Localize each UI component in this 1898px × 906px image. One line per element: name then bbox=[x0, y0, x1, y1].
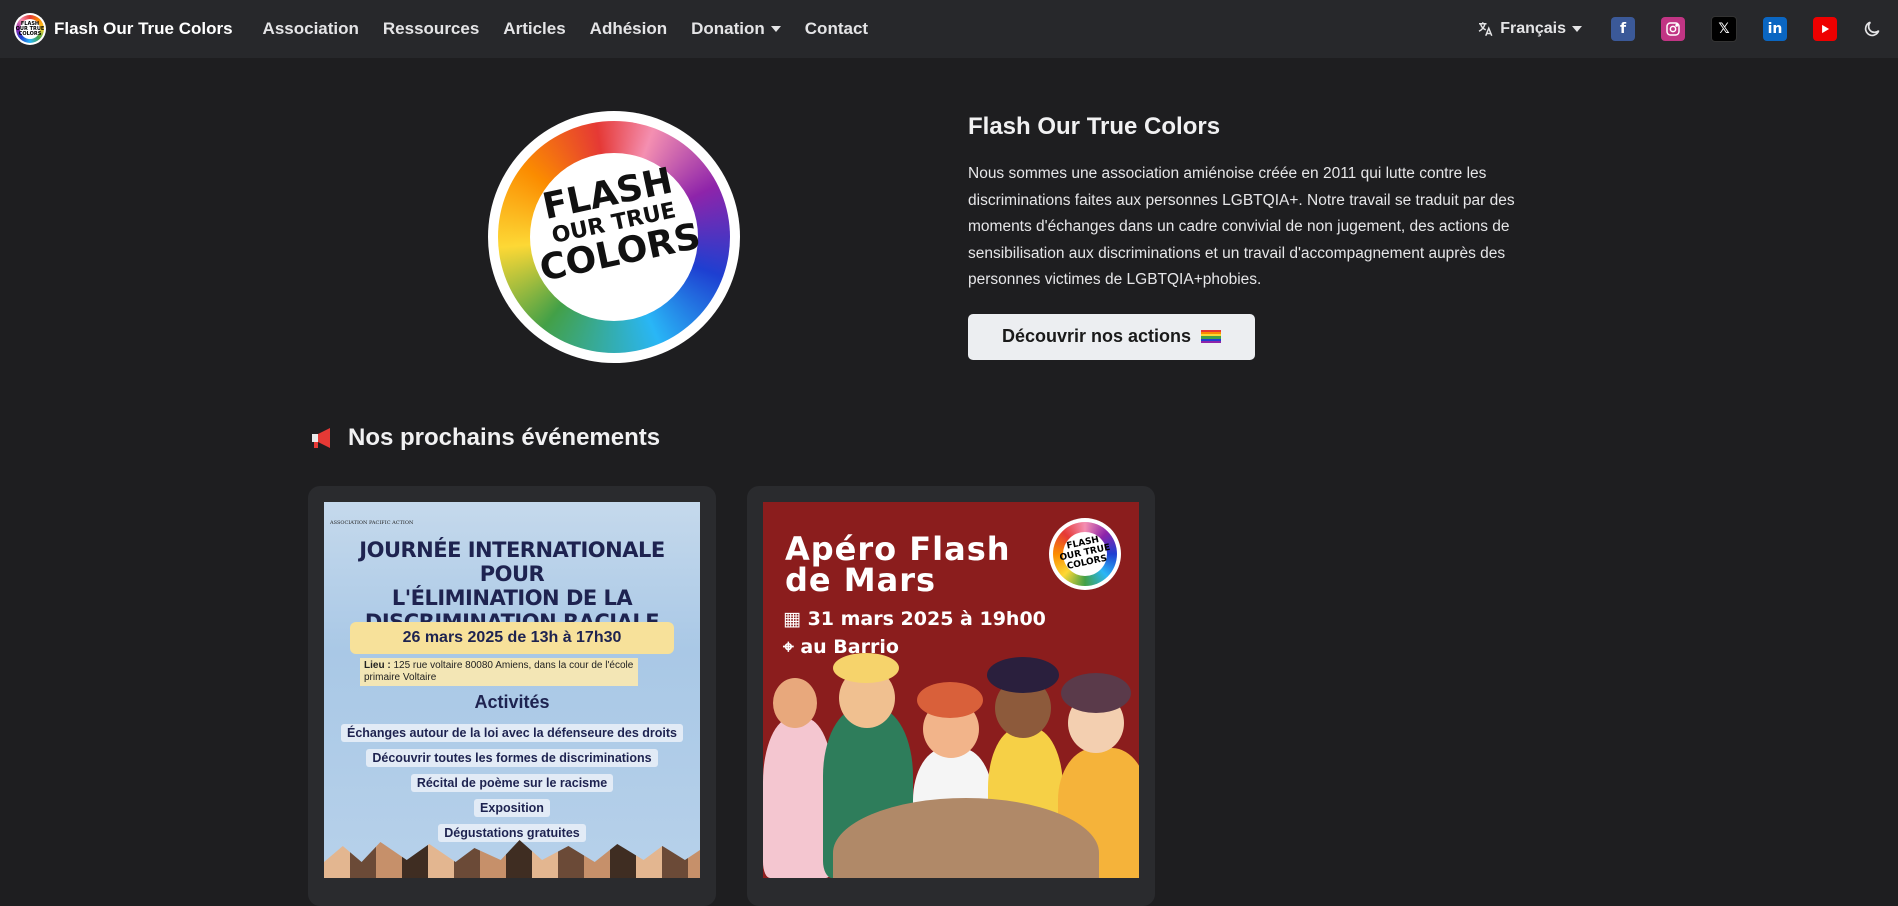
language-selector[interactable]: Français bbox=[1476, 20, 1582, 38]
x-icon[interactable]: 𝕏 bbox=[1711, 16, 1737, 42]
poster-activity: Exposition bbox=[324, 799, 700, 817]
event-poster: Apéro Flash de Mars FLASH OUR TRUE COLOR… bbox=[763, 502, 1139, 878]
poster-activity: Dégustations gratuites bbox=[324, 824, 700, 842]
brand-link[interactable]: FLASH OUR TRUE COLORS Flash Our True Col… bbox=[14, 13, 233, 45]
nav-link-association[interactable]: Association bbox=[251, 19, 371, 39]
navbar-right: Français f 𝕏 in bbox=[1476, 0, 1884, 58]
moon-icon[interactable] bbox=[1860, 17, 1884, 41]
chevron-down-icon bbox=[1572, 26, 1582, 32]
megaphone-icon bbox=[312, 428, 330, 448]
nav-link-contact[interactable]: Contact bbox=[793, 19, 880, 39]
poster-activity: Découvrir toutes les formes de discrimin… bbox=[324, 749, 700, 767]
poster-date: 26 mars 2025 de 13h à 17h30 bbox=[350, 622, 674, 654]
navbar: FLASH OUR TRUE COLORS Flash Our True Col… bbox=[0, 0, 1898, 58]
friends-illustration bbox=[763, 648, 1139, 878]
nav-link-adhesion[interactable]: Adhésion bbox=[578, 19, 679, 39]
events-title: Nos prochains événements bbox=[348, 424, 661, 451]
brand-logo: FLASH OUR TRUE COLORS bbox=[14, 13, 46, 45]
association-logo: FLASH OUR TRUE COLORS bbox=[1049, 518, 1121, 590]
instagram-icon[interactable] bbox=[1661, 17, 1685, 41]
event-card[interactable]: Apéro Flash de Mars FLASH OUR TRUE COLOR… bbox=[747, 486, 1155, 906]
main-nav: Association Ressources Articles Adhésion… bbox=[251, 19, 881, 39]
poster-date: ▦ 31 mars 2025 à 19h00 bbox=[783, 608, 1046, 630]
raised-fists-illustration bbox=[324, 840, 700, 878]
chevron-down-icon bbox=[770, 26, 781, 32]
hero-section bbox=[0, 58, 1898, 398]
language-label: Français bbox=[1500, 20, 1566, 37]
linkedin-icon[interactable]: in bbox=[1763, 17, 1787, 41]
events-heading: Nos prochains événements bbox=[310, 424, 660, 452]
facebook-icon[interactable]: f bbox=[1611, 17, 1635, 41]
brand-name: Flash Our True Colors bbox=[54, 19, 233, 38]
hero-description: Nous sommes une association amiénoise cr… bbox=[968, 165, 1515, 288]
poster-activities-title: Activités bbox=[474, 692, 550, 712]
poster-title: Apéro Flash de Mars bbox=[785, 530, 1011, 599]
youtube-icon[interactable] bbox=[1813, 17, 1837, 41]
discover-actions-button[interactable]: Découvrir nos actions bbox=[968, 313, 1256, 360]
calendar-icon: ▦ bbox=[783, 608, 801, 630]
poster-activity: Échanges autour de la loi avec la défens… bbox=[324, 724, 700, 742]
hero-title: Flash Our True Colors bbox=[968, 113, 1221, 140]
nav-link-ressources[interactable]: Ressources bbox=[371, 19, 491, 39]
event-card[interactable]: ASSOCIATION PACIFIC ACTION JOURNÉE INTER… bbox=[308, 486, 716, 906]
hero-text: Flash Our True Colors Nous sommes une as… bbox=[968, 113, 1528, 360]
translate-icon bbox=[1478, 22, 1493, 37]
association-logo: FLASH OUR TRUE COLORS bbox=[488, 111, 740, 363]
poster-org: ASSOCIATION PACIFIC ACTION bbox=[330, 520, 414, 526]
nav-link-articles[interactable]: Articles bbox=[491, 19, 577, 39]
rainbow-flag-icon bbox=[1201, 329, 1222, 344]
poster-activity: Récital de poème sur le racisme bbox=[324, 774, 700, 792]
nav-link-donation[interactable]: Donation bbox=[679, 19, 793, 39]
poster-headline: JOURNÉE INTERNATIONALE POUR L'ÉLIMINATIO… bbox=[359, 538, 665, 634]
poster-location: Lieu : 125 rue voltaire 80080 Amiens, da… bbox=[360, 658, 638, 686]
event-poster: ASSOCIATION PACIFIC ACTION JOURNÉE INTER… bbox=[324, 502, 700, 878]
